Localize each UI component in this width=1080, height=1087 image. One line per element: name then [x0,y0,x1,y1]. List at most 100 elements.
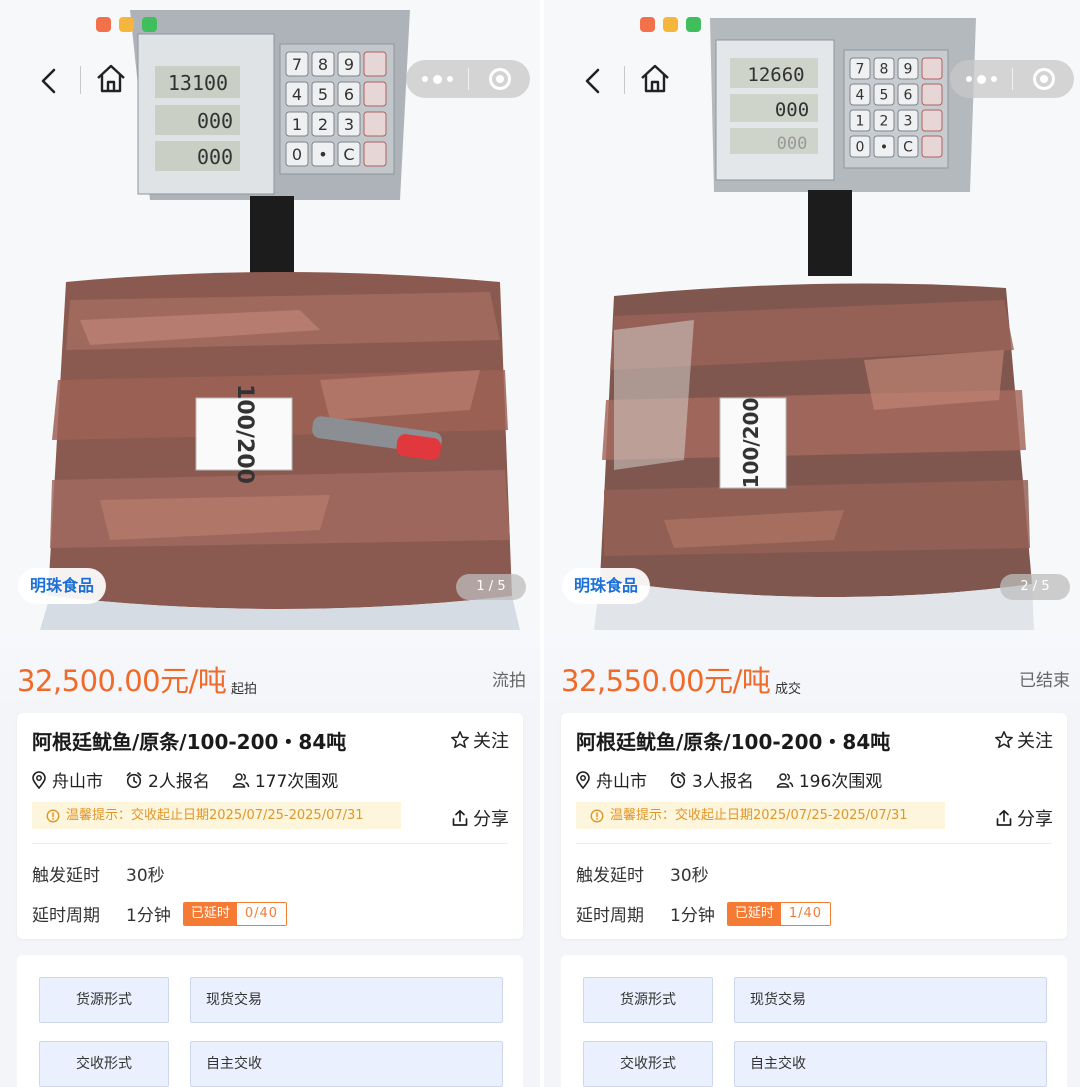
keypad-key-label: 4 [292,85,302,104]
keypad-key-label: 9 [344,55,354,74]
keypad-key-label: 1 [856,114,865,130]
share-label: 分享 [473,809,509,830]
divider [576,843,1052,844]
view-count: 196次围观 [798,772,883,792]
product-photo[interactable]: 13100 000 000 7 8 9 4 5 6 1 2 3 0 • C 100/200 [0,0,540,632]
keypad-key-label: 6 [344,85,354,104]
trigger-delay-label: 触发延时 [32,866,100,886]
share-icon [996,809,1012,826]
svg-text:000: 000 [197,109,233,133]
follow-label: 关注 [1017,731,1053,752]
trigger-delay-value: 30秒 [670,866,709,886]
listing-title: 阿根廷鱿鱼/原条/100-200・84吨 [576,730,891,754]
listing-meta: 舟山市 2人报名 177次围观 [31,767,338,792]
home-icon[interactable] [638,62,672,96]
attr-value: 现货交易 [190,977,503,1023]
keypad-function-key [363,141,387,167]
keypad-function-key [921,109,943,132]
chevron-left-icon[interactable] [34,64,64,98]
notice-text: 温馨提示：交收起止日期2025/07/25-2025/07/31 [610,808,908,823]
listing-screen-1: 13100 000 000 7 8 9 4 5 6 1 2 3 0 • C 100/200 [0,0,540,1087]
extension-value: 1/40 [780,902,831,925]
nav-separator [80,66,81,94]
listing-meta: 舟山市 3人报名 196次围观 [575,767,882,792]
auction-status: 流拍 [492,671,526,691]
keypad-key-label: 6 [904,88,913,104]
svg-text:000: 000 [777,134,808,154]
close-circle-icon[interactable] [1013,60,1074,98]
trigger-delay-label: 触发延时 [576,866,644,886]
view-count: 177次围观 [254,772,339,792]
mini-program-capsule [406,60,530,98]
delay-period-value: 1分钟 [670,906,715,926]
notification-icon [119,17,134,32]
extension-label: 已延时 [183,902,237,925]
chevron-left-icon[interactable] [578,64,608,98]
home-icon[interactable] [94,62,128,96]
keypad-key-label: 3 [904,114,913,130]
star-outline-icon [995,731,1013,748]
mini-program-capsule [950,60,1074,98]
extension-count-badge: 已延时 1/40 [726,901,832,926]
more-dots-icon[interactable] [406,60,468,98]
product-photo[interactable]: 12660 000 000 7 8 9 4 5 6 1 2 3 0 • C 100/200 [544,0,1080,632]
signup-count: 3人报名 [692,772,754,792]
trigger-delay-value: 30秒 [126,866,165,886]
keypad-key-label: 2 [318,115,328,134]
svg-text:100/200: 100/200 [232,384,257,484]
keypad-key-label: C [903,140,913,156]
share-button[interactable]: 分享 [451,805,509,831]
brand-badge: 明珠食品 [562,568,651,604]
close-circle-icon[interactable] [469,60,530,98]
share-label: 分享 [1017,809,1053,830]
keypad-function-key [363,111,387,137]
keypad-function-key [921,135,943,158]
notification-icon [640,17,655,32]
svg-text:12660: 12660 [747,64,804,86]
keypad-key-label: 5 [880,88,889,104]
listing-title: 阿根廷鱿鱼/原条/100-200・84吨 [32,730,347,754]
phone-icon [142,17,157,32]
extension-label: 已延时 [727,902,781,925]
keypad-key-label: • [880,140,888,156]
follow-label: 关注 [473,731,509,752]
brand-badge: 明珠食品 [18,568,107,604]
location-text: 舟山市 [596,772,647,792]
keypad-key-label: 4 [856,88,865,104]
alarm-clock-icon [670,771,686,788]
price-row: 32,550.00元/吨 成交 已结束 [544,632,1080,710]
follow-button[interactable]: 关注 [450,727,509,753]
info-circle-icon [46,808,60,823]
attr-key: 货源形式 [39,977,169,1023]
image-page-counter: 1 / 5 [456,574,526,600]
price-value: 32,500.00元/吨 [17,664,227,698]
delay-period-label: 延时周期 [32,906,100,926]
extension-value: 0/40 [236,902,287,925]
keypad-key-label: 8 [318,55,328,74]
auction-status: 已结束 [1019,671,1070,691]
svg-text:000: 000 [775,99,809,121]
keypad-key-label: 1 [292,115,302,134]
keypad-function-key [363,51,387,77]
signup-count: 2人报名 [148,772,210,792]
notification-icon [96,17,111,32]
share-button[interactable]: 分享 [995,805,1053,831]
trigger-delay-row: 触发延时 30秒 [32,861,177,886]
phone-icon [686,17,701,32]
keypad-key-label: 0 [292,145,302,164]
svg-text:100/200: 100/200 [739,398,763,489]
attr-key: 交收形式 [583,1041,713,1087]
keypad-key-label: 7 [856,62,865,78]
share-icon [452,809,468,826]
people-icon [232,772,250,788]
notice-text: 温馨提示：交收起止日期2025/07/25-2025/07/31 [66,808,364,823]
follow-button[interactable]: 关注 [994,727,1053,753]
notification-icon [663,17,678,32]
listing-info-card: 阿根廷鱿鱼/原条/100-200・84吨 关注 舟山市 3人报名 196次围观 … [561,713,1067,939]
keypad-function-key [921,57,943,80]
image-page-counter: 2 / 5 [1000,574,1070,600]
price-row: 32,500.00元/吨 起拍 流拍 [0,632,540,710]
more-dots-icon[interactable] [950,60,1012,98]
nav-separator [624,66,625,94]
price-tag: 成交 [775,682,802,697]
